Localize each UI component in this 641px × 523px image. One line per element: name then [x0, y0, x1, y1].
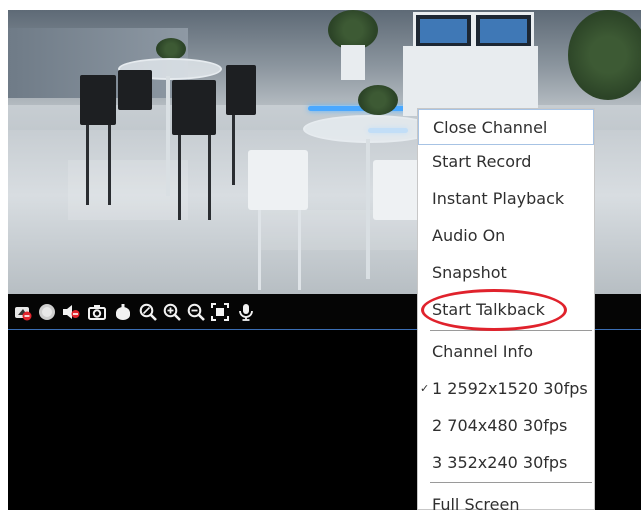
black-chair: [226, 65, 256, 115]
plant: [568, 10, 641, 100]
menu-item-label: Audio On: [432, 226, 506, 245]
menu-separator: [430, 330, 592, 331]
black-chair: [118, 70, 152, 110]
menu-item-full-screen[interactable]: Full Screen: [418, 487, 594, 523]
table-leg: [166, 76, 170, 196]
channel-context-menu: Close Channel Start Record Instant Playb…: [417, 108, 595, 514]
menu-item-label: Snapshot: [432, 263, 507, 282]
chair-leg: [86, 125, 89, 205]
record-icon[interactable]: [38, 303, 56, 321]
black-chair: [172, 80, 216, 135]
menu-item-snapshot[interactable]: Snapshot: [418, 255, 594, 291]
menu-item-stream-2[interactable]: 2 704x480 30fps: [418, 408, 594, 444]
menu-separator: [430, 482, 592, 483]
chair-leg: [208, 135, 211, 220]
menu-item-label: Start Record: [432, 152, 532, 171]
wall-monitor: [413, 12, 474, 50]
menu-item-start-talkback[interactable]: Start Talkback: [418, 292, 594, 328]
zoom-in-icon[interactable]: [163, 303, 181, 321]
table-leg: [366, 139, 370, 279]
chair-leg: [178, 135, 181, 220]
table-plant: [156, 38, 186, 60]
snapshot-icon[interactable]: [88, 303, 106, 321]
wall-monitor: [473, 12, 534, 50]
menu-item-channel-info[interactable]: Channel Info: [418, 334, 594, 370]
full-frame-icon[interactable]: [211, 303, 229, 321]
menu-item-label: Start Talkback: [432, 300, 545, 319]
menu-item-label: 2 704x480 30fps: [432, 416, 568, 435]
menu-item-label: 3 352x240 30fps: [432, 453, 568, 472]
reception-counter: [403, 46, 538, 116]
audio-mute-icon[interactable]: [62, 303, 80, 321]
chair-leg: [298, 210, 301, 290]
chair-leg: [108, 125, 111, 205]
menu-item-audio-on[interactable]: Audio On: [418, 218, 594, 254]
plant: [328, 10, 378, 50]
menu-item-close-channel[interactable]: Close Channel: [418, 109, 594, 145]
plant-pot: [341, 45, 365, 80]
menu-item-start-record[interactable]: Start Record: [418, 144, 594, 180]
menu-item-label: Instant Playback: [432, 189, 565, 208]
menu-item-instant-playback[interactable]: Instant Playback: [418, 181, 594, 217]
ptz-icon[interactable]: [114, 303, 132, 321]
black-chair: [80, 75, 116, 125]
chair-leg: [232, 115, 235, 185]
menu-item-stream-3[interactable]: 3 352x240 30fps: [418, 445, 594, 481]
table-plant: [358, 85, 398, 115]
digital-zoom-icon[interactable]: [139, 303, 157, 321]
talkback-microphone-icon[interactable]: [237, 303, 255, 321]
menu-item-label: Full Screen: [432, 495, 520, 514]
menu-item-stream-1[interactable]: ✓ 1 2592x1520 30fps: [418, 371, 594, 407]
menu-item-label: Channel Info: [432, 342, 534, 361]
white-chair: [373, 160, 423, 220]
menu-item-label: 1 2592x1520 30fps: [432, 379, 588, 398]
checkmark-icon: ✓: [420, 382, 430, 395]
hide-toolbar-icon[interactable]: [14, 303, 32, 321]
zoom-out-icon[interactable]: [187, 303, 205, 321]
chair-leg: [258, 210, 261, 290]
white-chair: [248, 150, 308, 210]
menu-item-label: Close Channel: [433, 118, 548, 137]
